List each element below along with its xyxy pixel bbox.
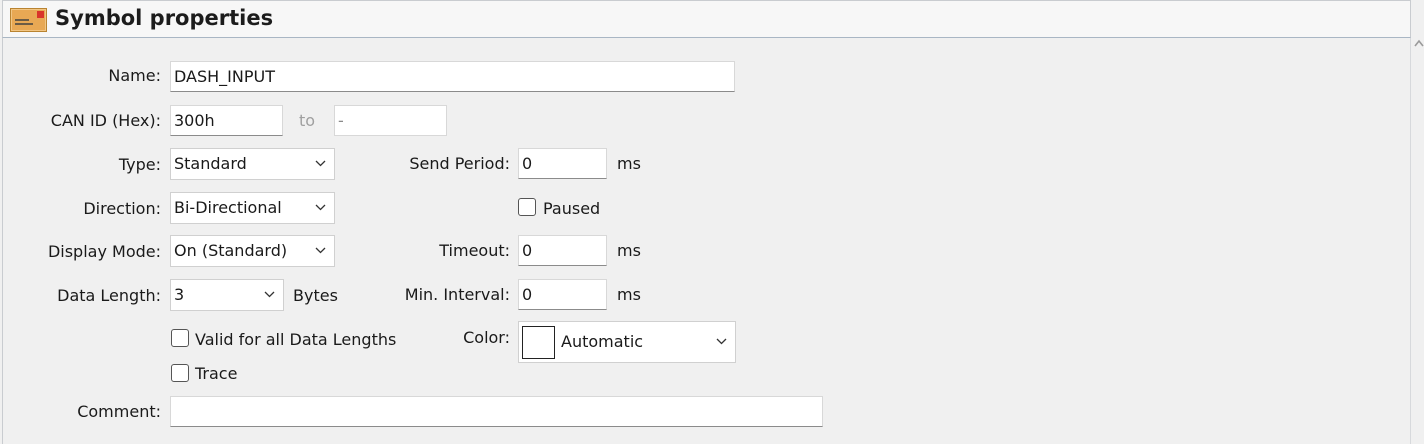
name-input[interactable]: DASH_INPUT [170, 61, 735, 92]
chevron-down-icon [315, 204, 326, 211]
direction-label: Direction: [83, 199, 161, 218]
data-length-unit: Bytes [293, 286, 338, 305]
frame-border-left [2, 38, 3, 444]
chevron-down-icon [264, 291, 275, 298]
can-id-input[interactable]: 300h [170, 105, 283, 136]
trace-label[interactable]: Trace [195, 364, 237, 384]
envelope-icon [10, 8, 47, 32]
color-label: Color: [463, 328, 510, 347]
frame-border-right [1410, 38, 1411, 444]
can-id-label: CAN ID (Hex): [50, 111, 161, 130]
can-id-to-label: to [299, 111, 316, 130]
timeout-unit: ms [617, 241, 641, 260]
send-period-unit: ms [617, 154, 641, 173]
color-select[interactable]: Automatic [518, 321, 736, 363]
type-select-value: Standard [174, 154, 247, 173]
comment-label: Comment: [77, 402, 161, 421]
min-interval-label: Min. Interval: [404, 285, 510, 304]
data-length-select-value: 3 [174, 285, 185, 304]
vertical-scrollbar[interactable] [1412, 0, 1424, 444]
can-id-to-input: - [334, 105, 447, 136]
scroll-up-icon[interactable] [1414, 38, 1424, 50]
display-mode-select[interactable]: On (Standard) [170, 235, 335, 267]
valid-all-lengths-checkbox[interactable] [171, 329, 189, 347]
chevron-down-icon [315, 160, 326, 167]
send-period-input[interactable]: 0 [518, 148, 607, 179]
min-interval-input[interactable]: 0 [518, 279, 607, 310]
chevron-down-icon [315, 247, 326, 254]
type-select[interactable]: Standard [170, 148, 335, 180]
color-select-value: Automatic [561, 332, 644, 351]
display-mode-label: Display Mode: [47, 242, 161, 261]
min-interval-unit: ms [617, 285, 641, 304]
symbol-properties-panel: Symbol properties Name: DASH_INPUT CAN I… [0, 0, 1424, 444]
panel-title: Symbol properties [55, 6, 274, 30]
data-length-select[interactable]: 3 [170, 279, 284, 311]
direction-select[interactable]: Bi-Directional [170, 192, 335, 224]
valid-all-lengths-label[interactable]: Valid for all Data Lengths [195, 330, 396, 350]
color-swatch [522, 326, 555, 359]
type-label: Type: [118, 155, 161, 174]
data-length-label: Data Length: [57, 286, 161, 305]
display-mode-select-value: On (Standard) [174, 241, 288, 260]
comment-input[interactable] [170, 396, 823, 427]
paused-label[interactable]: Paused [543, 199, 600, 219]
timeout-input[interactable]: 0 [518, 235, 607, 266]
name-label: Name: [108, 66, 161, 85]
send-period-label: Send Period: [409, 154, 510, 173]
chevron-down-icon [716, 338, 727, 345]
trace-checkbox[interactable] [171, 364, 189, 382]
paused-checkbox[interactable] [518, 198, 536, 216]
panel-header: Symbol properties [2, 0, 1411, 38]
timeout-label: Timeout: [439, 241, 510, 260]
direction-select-value: Bi-Directional [174, 198, 282, 217]
